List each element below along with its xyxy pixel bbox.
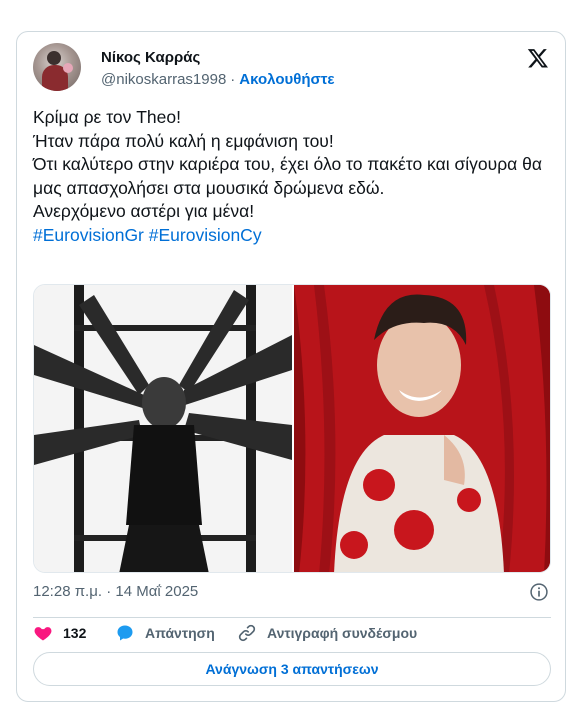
photo-left-illustration (34, 285, 292, 572)
media-grid[interactable] (33, 284, 551, 573)
author-handle[interactable]: @nikoskarras1998 (101, 71, 226, 88)
hashtags[interactable]: #EurovisionGr #EurovisionCy (33, 225, 262, 245)
x-logo-icon[interactable] (527, 47, 549, 69)
tweet-timestamp[interactable]: 12:28 π.μ. · 14 Μαΐ 2025 (33, 583, 198, 600)
tweet-text-block: Κρίμα ρε τον Theo! Ήταν πάρα πολύ καλή η… (33, 106, 551, 248)
read-replies-button[interactable]: Ανάγνωση 3 απαντήσεων (33, 652, 551, 686)
avatar[interactable] (33, 43, 81, 91)
heart-icon (34, 627, 52, 641)
tweet-card: Νίκος Καρράς @nikoskarras1998 · Ακολουθήστ… (16, 31, 566, 702)
separator: · (230, 71, 236, 88)
tweet-body: Κρίμα ρε τον Theo! Ήταν πάρα πολύ καλή η… (33, 107, 542, 222)
tweet-header: Νίκος Καρράς @nikoskarras1998 · Ακολουθήστ… (33, 43, 551, 93)
info-icon[interactable] (529, 582, 549, 602)
reply-label: Απάντηση (145, 625, 215, 641)
reply-button[interactable]: Απάντηση (115, 622, 215, 644)
copy-link-button[interactable]: Αντιγραφή συνδέσμου (237, 622, 417, 644)
photo-right-illustration (294, 285, 550, 572)
link-icon (238, 624, 256, 642)
follow-link[interactable]: Ακολουθήστε (239, 71, 334, 88)
photo-left[interactable] (34, 285, 292, 572)
author-handle-row: @nikoskarras1998 · Ακολουθήστε (101, 71, 335, 88)
copy-link-label: Αντιγραφή συνδέσμου (267, 625, 418, 641)
photo-right[interactable] (294, 285, 550, 572)
like-button[interactable]: 132 (33, 622, 86, 644)
action-bar: 132 Απάντηση Αντιγραφή συνδέσμου (33, 622, 551, 644)
reply-bubble-icon (117, 625, 133, 641)
divider (33, 617, 551, 618)
like-count: 132 (63, 625, 87, 641)
author-name[interactable]: Νίκος Καρράς (101, 49, 200, 66)
